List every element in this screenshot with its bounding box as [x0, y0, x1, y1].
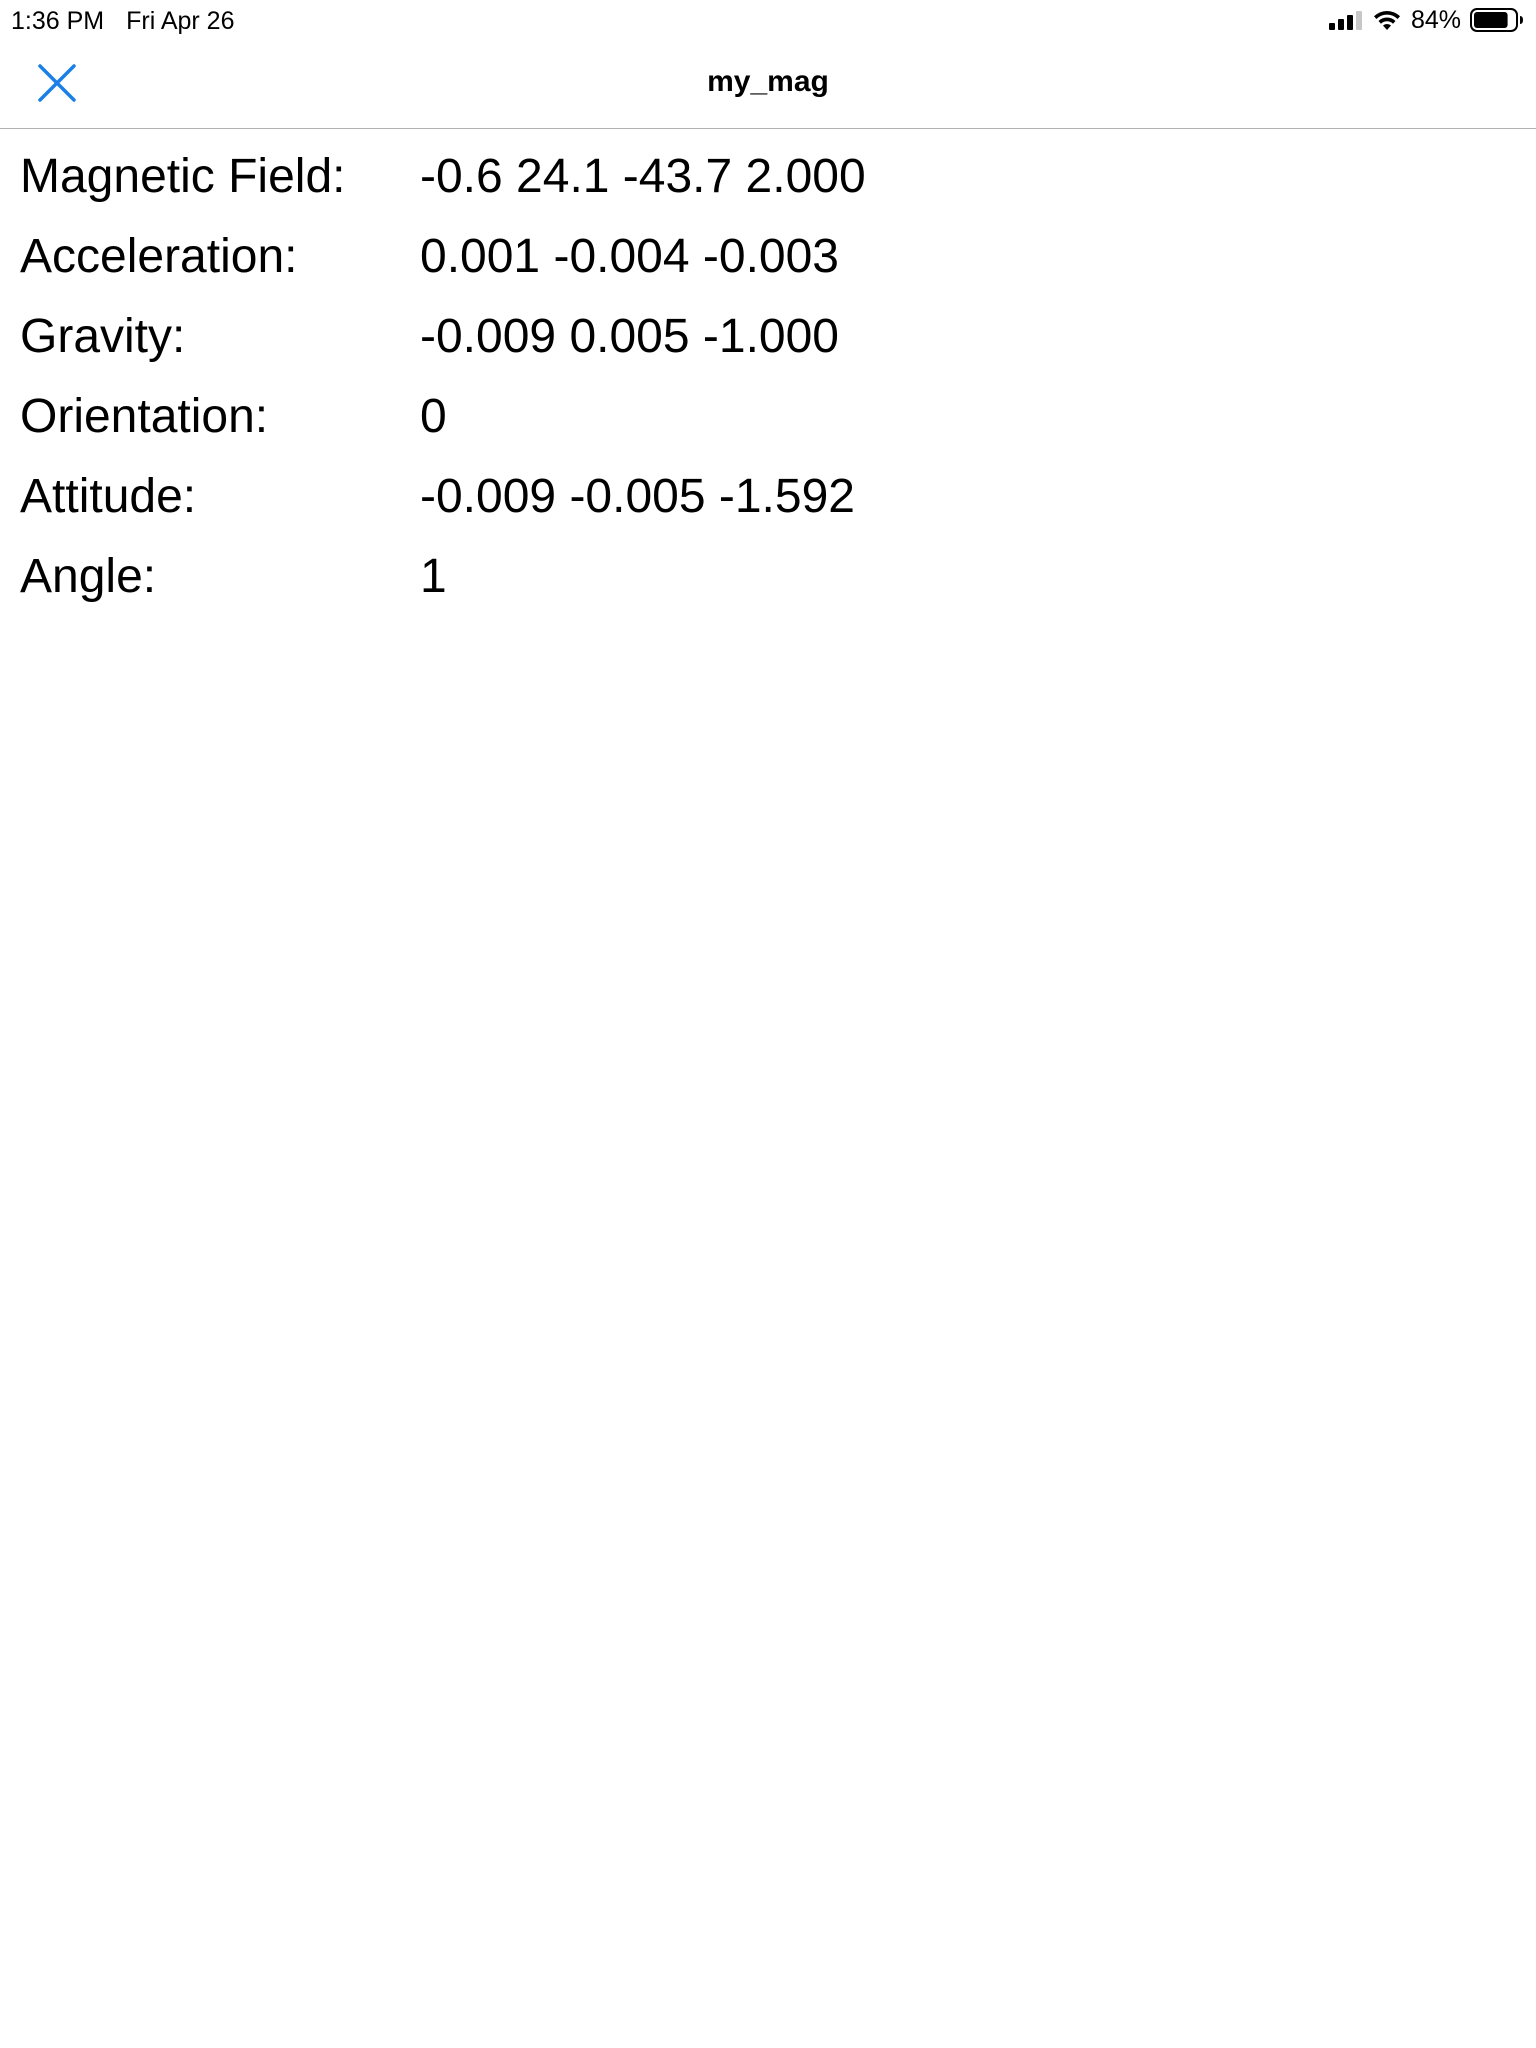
reading-value: -0.009 -0.005 -1.592 — [420, 470, 855, 523]
reading-label: Angle: — [20, 550, 157, 603]
reading-row-acceleration: Acceleration: 0.001 -0.004 -0.003 — [20, 218, 1120, 298]
reading-label: Gravity: — [20, 310, 186, 363]
status-indicators: 84% — [1328, 5, 1524, 35]
reading-value: 1 — [420, 550, 447, 603]
reading-row-magnetic-field: Magnetic Field: -0.6 24.1 -43.7 2.000 — [20, 138, 1120, 218]
battery-icon — [1470, 8, 1523, 32]
navigation-bar: my_mag — [0, 40, 1536, 129]
battery-percent: 84% — [1410, 6, 1461, 34]
reading-value: 0.001 -0.004 -0.003 — [420, 230, 839, 283]
reading-row-gravity: Gravity: -0.009 0.005 -1.000 — [20, 298, 1120, 378]
reading-label: Magnetic Field: — [20, 150, 346, 203]
reading-value: -0.009 0.005 -1.000 — [420, 310, 839, 363]
reading-label: Attitude: — [20, 470, 197, 523]
reading-value: -0.6 24.1 -43.7 2.000 — [420, 150, 866, 203]
battery-fill — [1474, 12, 1508, 28]
status-time: 1:36 PM — [11, 7, 105, 35]
reading-label: Orientation: — [20, 390, 269, 443]
page-title: my_mag — [707, 65, 829, 98]
wifi-icon — [1373, 10, 1400, 30]
cellular-signal-icon — [1328, 11, 1362, 30]
reading-row-orientation: Orientation: 0 — [20, 378, 1120, 458]
status-time-date: 1:36 PM Fri Apr 26 — [11, 6, 234, 36]
sensor-readings: Magnetic Field: -0.6 24.1 -43.7 2.000 Ac… — [20, 138, 1120, 618]
status-date: Fri Apr 26 — [126, 7, 235, 35]
reading-label: Acceleration: — [20, 230, 298, 283]
status-bar: 1:36 PM Fri Apr 26 84% — [0, 0, 1536, 40]
reading-row-attitude: Attitude: -0.009 -0.005 -1.592 — [20, 458, 1120, 538]
reading-row-angle: Angle: 1 — [20, 538, 1120, 618]
reading-value: 0 — [420, 390, 447, 443]
